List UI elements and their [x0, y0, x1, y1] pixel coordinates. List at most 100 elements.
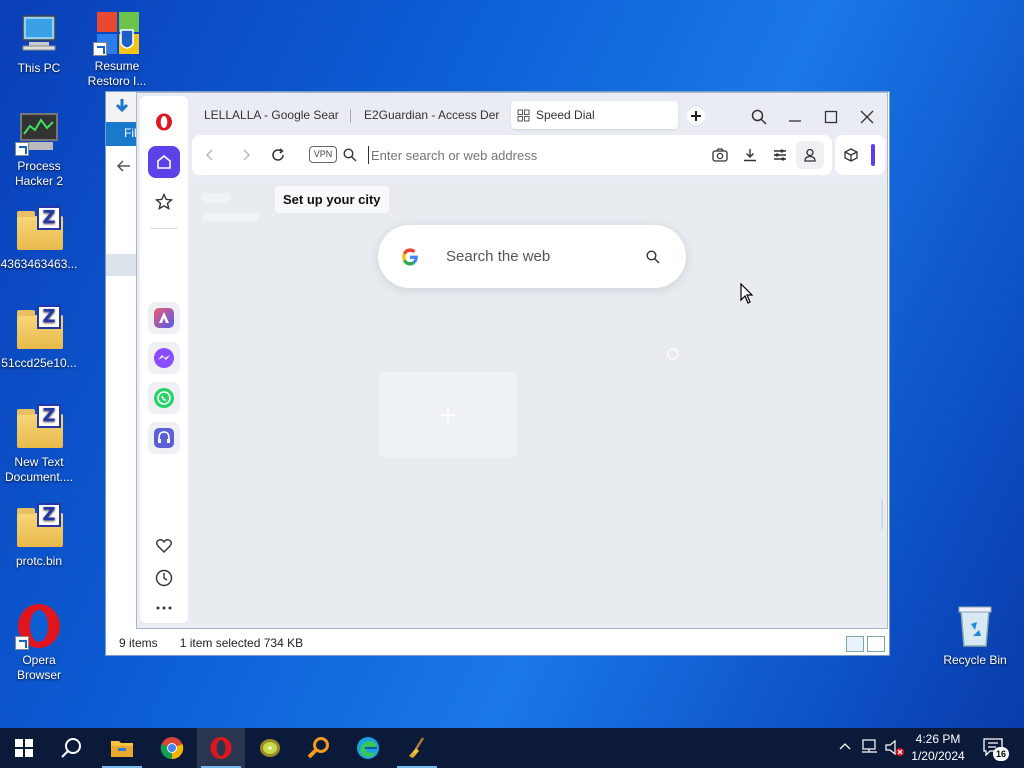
notification-badge: 16 [993, 747, 1009, 761]
vpn-badge[interactable]: VPN [309, 146, 337, 163]
back-button[interactable] [200, 145, 220, 165]
tab-e2guardian[interactable]: E2Guardian - Access Der [352, 101, 504, 129]
taskbar-chrome[interactable] [148, 728, 196, 768]
desktop-icon-this-pc[interactable]: This PC [0, 10, 78, 76]
history-button[interactable] [148, 562, 180, 594]
folder-icon [111, 741, 133, 757]
desktop-icon-label: 4363463463... [0, 257, 78, 271]
extensions-button[interactable] [841, 145, 861, 165]
tab-search-button[interactable] [747, 105, 771, 129]
new-tab-button[interactable] [687, 107, 705, 125]
opera-sidebar [140, 96, 188, 623]
close-button[interactable] [855, 105, 879, 129]
start-button[interactable] [0, 728, 48, 768]
desktop-icon-resume-restoro[interactable]: Resume Restoro I... [78, 8, 156, 89]
snapshot-button[interactable] [710, 145, 730, 165]
taskbar-search-button[interactable] [48, 728, 96, 768]
google-icon [402, 248, 418, 266]
close-icon [860, 110, 874, 124]
tab-label: E2Guardian - Access Der [364, 108, 500, 122]
clock-icon [155, 569, 173, 587]
favorites-button[interactable] [148, 530, 180, 562]
minimize-button[interactable] [783, 105, 807, 129]
kiwi-icon [260, 739, 280, 757]
opera-browser-window[interactable]: LELLALLA - Google Sear E2Guardian - Acce… [136, 92, 888, 629]
home-button[interactable] [148, 146, 180, 178]
taskbar-app-kiwi[interactable] [246, 728, 294, 768]
broom-icon [409, 737, 425, 758]
search-icon[interactable] [646, 250, 660, 264]
windows-logo-icon [15, 739, 33, 757]
desktop-icon-opera-browser[interactable]: Opera Browser [0, 602, 78, 683]
tab-label: LELLALLA - Google Sear [204, 108, 339, 122]
sidebar-music-button[interactable] [148, 422, 180, 454]
network-tray-button[interactable] [861, 739, 879, 760]
taskbar-app-search[interactable] [295, 728, 343, 768]
taskbar-opera[interactable] [197, 728, 245, 768]
network-icon [862, 739, 877, 753]
easy-setup-button[interactable] [770, 145, 790, 165]
magnifier-icon [307, 737, 329, 759]
tab-google-search[interactable]: LELLALLA - Google Sear [192, 101, 344, 129]
nav-pane-selected-row[interactable] [106, 254, 138, 276]
cube-icon [844, 148, 858, 162]
ellipsis-icon [156, 606, 172, 610]
taskbar-clock[interactable]: 4:26 PM 1/20/2024 [905, 731, 971, 765]
show-hidden-icons-button[interactable] [838, 740, 852, 759]
downloads-button[interactable] [740, 145, 760, 165]
forward-button[interactable] [236, 145, 256, 165]
shortcut-arrow-icon [15, 142, 29, 156]
taskbar-ccleaner[interactable] [393, 728, 441, 768]
camera-icon [712, 148, 728, 162]
desktop-icon-label: 51ccd25e10... [1, 356, 77, 370]
desktop-icon-protc-bin[interactable]: Z protc.bin [0, 503, 78, 569]
reload-icon [272, 148, 284, 161]
taskbar: 4:26 PM 1/20/2024 16 [0, 728, 1024, 768]
weather-widget[interactable] [202, 193, 258, 221]
reload-button[interactable] [268, 145, 288, 165]
opera-logo-icon [210, 737, 232, 759]
desktop-icon-zip-1[interactable]: Z 4363463463... [0, 206, 78, 272]
volume-tray-button[interactable] [885, 739, 905, 762]
more-sidebar-button[interactable] [148, 592, 180, 624]
sidebar-whatsapp-button[interactable] [148, 382, 180, 414]
profile-button[interactable] [796, 141, 824, 169]
power-icon[interactable] [667, 347, 679, 365]
desktop-icon-new-text-document[interactable]: Z New Text Document.... [0, 404, 78, 485]
edge-icon [357, 737, 379, 759]
desktop-icon-label: Recycle Bin [943, 653, 1007, 667]
taskbar-edge[interactable] [344, 728, 392, 768]
minimize-icon [789, 120, 801, 122]
add-speed-dial-tile[interactable] [379, 372, 517, 458]
aria-icon [154, 308, 174, 328]
opera-logo-icon [156, 113, 172, 131]
tab-speed-dial[interactable]: Speed Dial [511, 101, 678, 129]
sidebar-aria-button[interactable] [148, 302, 180, 334]
bookmarks-button[interactable] [148, 186, 180, 218]
action-center-button[interactable]: 16 [983, 738, 1009, 761]
clock-time: 4:26 PM [915, 732, 961, 746]
search-icon [751, 109, 767, 125]
large-icons-view-button[interactable] [867, 636, 885, 652]
search-icon [343, 148, 357, 162]
details-view-button[interactable] [846, 636, 864, 652]
desktop-icon-label: Opera Browser [16, 653, 61, 682]
desktop-icon-zip-2[interactable]: Z 51ccd25e10... [0, 305, 78, 371]
scrollbar-thumb[interactable] [881, 499, 883, 529]
desktop-icon-recycle-bin[interactable]: Recycle Bin [936, 602, 1014, 668]
desktop-icon-process-hacker[interactable]: Process Hacker 2 [0, 108, 78, 189]
taskbar-file-explorer[interactable] [98, 728, 146, 768]
accent-indicator [871, 144, 875, 166]
explorer-titlebar[interactable] [106, 92, 138, 122]
recycle-bin-icon [951, 602, 999, 650]
back-arrow-icon[interactable] [116, 158, 132, 174]
address-input[interactable] [368, 146, 688, 164]
speed-dial-search-box[interactable]: Search the web [378, 225, 686, 288]
explorer-file-tab[interactable]: Fil [106, 122, 138, 146]
maximize-button[interactable] [819, 105, 843, 129]
chevron-left-icon [205, 149, 213, 161]
sidebar-messenger-button[interactable] [148, 342, 180, 374]
opera-menu-button[interactable] [148, 106, 180, 138]
status-selection: 1 item selected 734 KB [179, 636, 304, 650]
view-toggle [846, 636, 885, 652]
